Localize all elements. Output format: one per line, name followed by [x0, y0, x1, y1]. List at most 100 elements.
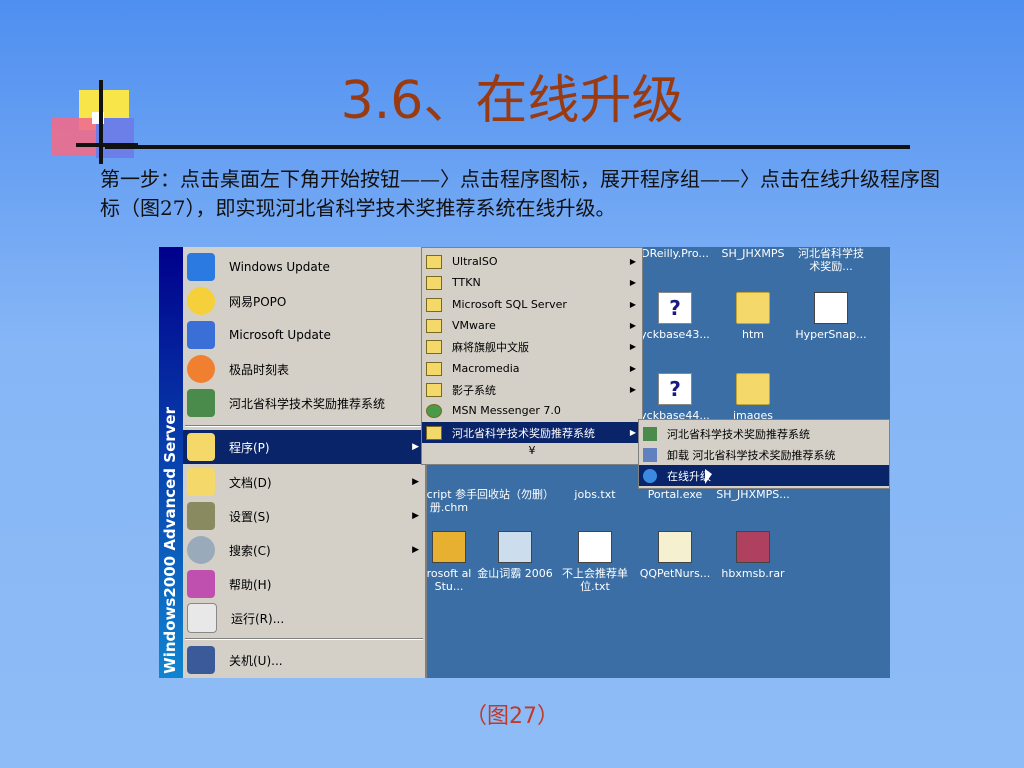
app-online-upgrade-item[interactable]: 在线升级 — [639, 465, 889, 486]
archive-icon — [736, 531, 770, 563]
start-item-search[interactable]: 搜索(C) ▶ — [183, 533, 425, 567]
start-item-app[interactable]: 河北省科学技术奖励推荐系统 — [183, 386, 425, 420]
start-item-windows-update[interactable]: Windows Update — [183, 250, 425, 284]
start-item-settings[interactable]: 设置(S) ▶ — [183, 499, 425, 533]
chevron-right-icon: ▶ — [629, 321, 636, 330]
desktop-icon[interactable]: Portal.exe — [637, 488, 713, 501]
desktop-icon[interactable]: jobs.txt — [557, 488, 633, 501]
desktop-icon[interactable]: SH_JHXMPS... — [715, 488, 791, 501]
help-file-icon: ? — [658, 292, 692, 324]
desktop-icon-label: rosoft al Stu... — [426, 567, 472, 593]
title-divider — [105, 145, 910, 149]
desktop-icon[interactable]: 金山词霸 2006 — [477, 531, 553, 580]
desktop-icon[interactable]: ? yckbase43... — [637, 292, 713, 341]
desktop-icon-label: script 参手册.chm — [420, 488, 478, 514]
program-ultraiso[interactable]: UltraISO ▶ — [422, 251, 642, 272]
start-item-label: Windows Update — [229, 260, 330, 274]
chevron-right-icon: ▶ — [629, 300, 636, 309]
start-item-run[interactable]: 运行(R)... — [183, 601, 425, 635]
desktop-icon[interactable]: images — [715, 373, 791, 422]
dictionary-icon — [498, 531, 532, 563]
desktop-icon[interactable]: htm — [715, 292, 791, 341]
start-item-help[interactable]: 帮助(H) — [183, 567, 425, 601]
folder-icon — [426, 275, 442, 290]
desktop-icon-label: Portal.exe — [647, 488, 703, 501]
chevron-right-icon: ▶ — [629, 428, 636, 437]
desktop-icon-label: HyperSnap... — [795, 328, 867, 341]
screenshot: DReilly.Pro... SH_JHXMPS 河北省科学技术奖励... ? y… — [159, 247, 890, 678]
program-macromedia[interactable]: Macromedia ▶ — [422, 358, 642, 379]
start-item-microsoft-update[interactable]: Microsoft Update — [183, 318, 425, 352]
shutdown-icon — [187, 646, 215, 674]
app-uninstall-item[interactable]: 卸载 河北省科学技术奖励推荐系统 — [639, 444, 889, 465]
app-icon — [643, 426, 657, 441]
start-menu: Windows2000 Advanced Server Windows Upda… — [159, 247, 427, 678]
expand-more-icon[interactable]: ¥ — [422, 444, 642, 457]
program-label: TTKN — [452, 276, 481, 289]
program-sql-server[interactable]: Microsoft SQL Server ▶ — [422, 294, 642, 315]
desktop-icon[interactable]: DReilly.Pro... — [637, 247, 713, 260]
uninstall-icon — [643, 447, 657, 462]
mouse-cursor-icon — [705, 469, 712, 484]
chevron-right-icon: ▶ — [412, 477, 419, 487]
desktop-icon-label: 回收站（勿删） — [477, 488, 554, 501]
app-submenu: 河北省科学技术奖励推荐系统 卸载 河北省科学技术奖励推荐系统 在线升级 — [638, 419, 890, 489]
chevron-right-icon: ▶ — [412, 511, 419, 521]
start-menu-separator — [185, 425, 423, 427]
upgrade-icon — [643, 468, 657, 483]
slide-title: 3.6、在线升级 — [340, 71, 684, 131]
desktop-icon-label: DReilly.Pro... — [641, 247, 709, 260]
chevron-right-icon: ▶ — [629, 364, 636, 373]
program-msn[interactable]: MSN Messenger 7.0 — [422, 400, 642, 421]
program-label: UltraISO — [452, 255, 498, 268]
folder-icon — [736, 292, 770, 324]
program-ttkn[interactable]: TTKN ▶ — [422, 272, 642, 293]
program-label: VMware — [452, 319, 496, 332]
desktop-icon-label: SH_JHXMPS — [721, 247, 785, 260]
start-item-label: 帮助(H) — [229, 577, 272, 592]
chevron-right-icon: ▶ — [629, 278, 636, 287]
start-item-shutdown[interactable]: 关机(U)... — [183, 643, 425, 677]
documents-icon — [187, 468, 215, 496]
chevron-right-icon: ▶ — [412, 442, 419, 452]
program-award-system[interactable]: 河北省科学技术奖励推荐系统 ▶ — [422, 422, 642, 443]
app-launch-item[interactable]: 河北省科学技术奖励推荐系统 — [639, 423, 889, 444]
help-file-icon: ? — [658, 373, 692, 405]
start-item-documents[interactable]: 文档(D) ▶ — [183, 465, 425, 499]
start-item-timetable[interactable]: 极品时刻表 — [183, 352, 425, 386]
desktop-icon[interactable]: 河北省科学技术奖励... — [793, 247, 869, 273]
desktop-icon[interactable]: SH_JHXMPS — [715, 247, 791, 260]
folder-icon — [426, 361, 442, 376]
desktop-icon[interactable]: HyperSnap... — [793, 292, 869, 341]
desktop-icon[interactable]: 回收站（勿删） — [477, 488, 554, 501]
program-label: 影子系统 — [452, 383, 496, 397]
app-icon — [432, 531, 466, 563]
banner-text: Windows2000 Advanced Server — [161, 407, 179, 674]
program-vmware[interactable]: VMware ▶ — [422, 315, 642, 336]
desktop-icon-label: 金山词霸 2006 — [477, 567, 553, 580]
folder-icon — [426, 382, 442, 397]
start-item-label: 运行(R)... — [231, 611, 285, 626]
slide-body: 第一步：点击桌面左下角开始按钮——〉点击程序图标，展开程序组——〉点击在线升级程… — [100, 167, 940, 220]
folder-icon — [426, 297, 442, 312]
start-item-popo[interactable]: 网易POPO — [183, 284, 425, 318]
installer-icon — [814, 292, 848, 324]
chevron-right-icon: ▶ — [629, 342, 636, 351]
program-label: 河北省科学技术奖励推荐系统 — [452, 426, 595, 440]
start-item-programs[interactable]: 程序(P) ▶ — [183, 430, 425, 464]
folder-icon — [426, 254, 442, 269]
desktop-icon-label: SH_JHXMPS... — [716, 488, 790, 501]
desktop-icon[interactable]: hbxmsb.rar — [715, 531, 791, 580]
program-mahjong[interactable]: 麻将旗舰中文版 ▶ — [422, 336, 642, 357]
program-label: MSN Messenger 7.0 — [452, 404, 561, 417]
start-item-label: 程序(P) — [229, 440, 270, 455]
start-item-label: 搜索(C) — [229, 543, 271, 558]
desktop-icon[interactable]: ? yckbase44... — [637, 373, 713, 422]
desktop-icon[interactable]: 不上会推荐单位.txt — [557, 531, 633, 593]
desktop-icon-label: htm — [742, 328, 764, 341]
run-icon — [187, 603, 217, 633]
popo-icon — [187, 287, 215, 315]
desktop-icon[interactable]: QQPetNurs... — [637, 531, 713, 580]
program-label: Macromedia — [452, 362, 520, 375]
program-shadow-system[interactable]: 影子系统 ▶ — [422, 379, 642, 400]
